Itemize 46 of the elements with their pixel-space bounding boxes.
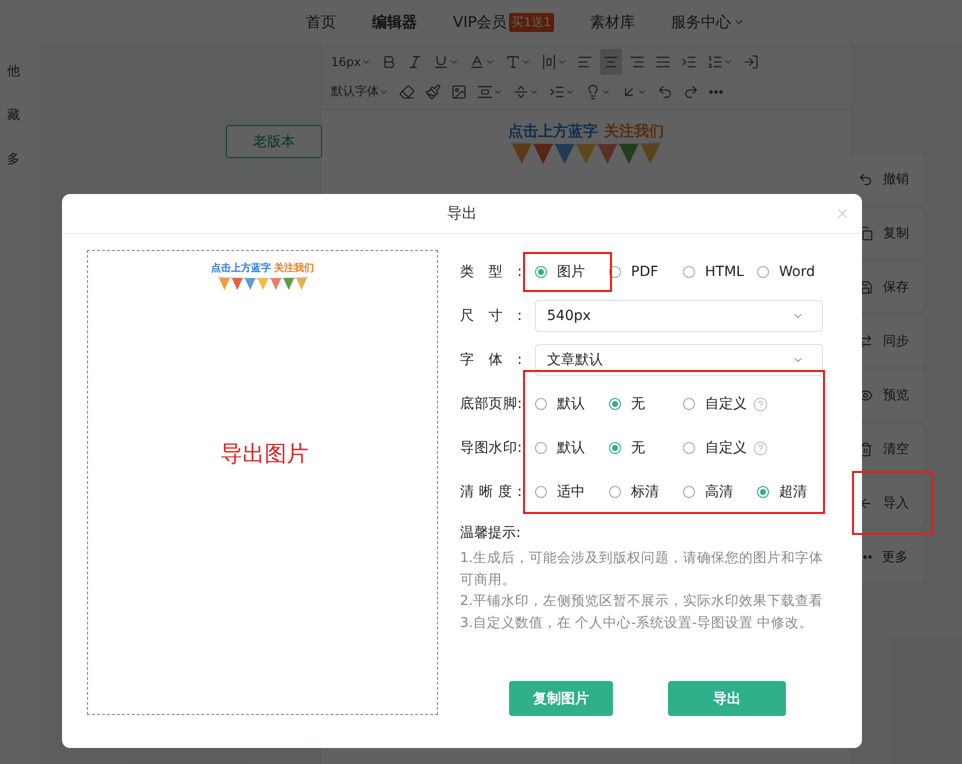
tip-text: 1.生成后，可能会涉及到版权问题，请确保您的图片和字体可商用。 [460, 549, 824, 590]
font-family-select[interactable]: 默认字体 [328, 78, 392, 104]
copy-image-button[interactable]: 复制图片 [509, 681, 613, 716]
sidebar-item[interactable]: 多 [7, 150, 40, 168]
promo-badge: 买1送1 [508, 12, 554, 32]
radio-option[interactable]: 适中 [535, 483, 585, 501]
nav-link[interactable]: 首页 [306, 12, 336, 32]
tip-text: 3.自定义数值，在 个人中心-系统设置-导图设置 中修改。 [460, 614, 814, 632]
radio-option[interactable]: 自定义 [683, 439, 747, 457]
field-label: 类型: [460, 263, 522, 281]
radio-option[interactable]: 高清 [683, 483, 733, 501]
field-label: 字体: [460, 351, 522, 369]
radio-option[interactable]: HTML [683, 264, 744, 280]
field-label: 尺寸: [460, 307, 522, 325]
dialog-title: 导出 [447, 204, 477, 223]
banner-text: 点击上方蓝字 [211, 261, 271, 275]
radio-option[interactable]: Word [757, 264, 815, 280]
radio-option[interactable]: 默认 [535, 395, 585, 413]
field-label: 底部页脚: [460, 395, 522, 413]
sidebar-item[interactable]: 藏 [7, 106, 40, 124]
nav-link[interactable]: 服务中心 [671, 12, 732, 32]
radio-option[interactable]: 超清 [757, 483, 807, 501]
nav-link[interactable]: 编辑器 [372, 12, 417, 32]
old-version-button[interactable]: 老版本 [226, 125, 322, 158]
radio-option[interactable]: PDF [609, 264, 658, 280]
side-action-button[interactable]: 撤销 [850, 155, 923, 203]
radio-option[interactable]: 无 [609, 439, 645, 457]
nav-link[interactable]: 素材库 [590, 12, 636, 32]
select-field[interactable]: 540px [535, 300, 823, 332]
nav-link[interactable]: VIP会员 [453, 12, 507, 32]
field-label: 清晰度: [460, 483, 522, 501]
banner-text: 关注我们 [274, 261, 314, 275]
field-label: 导图水印: [460, 439, 522, 457]
preview-caption: 导出图片 [220, 441, 308, 469]
sidebar-item[interactable]: 他 [7, 62, 40, 80]
radio-option[interactable]: 图片 [535, 263, 585, 281]
export-button[interactable]: 导出 [668, 681, 786, 716]
font-size-select[interactable]: 16px [328, 48, 374, 74]
radio-option[interactable]: 自定义 [683, 395, 747, 413]
radio-option[interactable]: 标清 [609, 483, 659, 501]
radio-option[interactable]: 无 [609, 395, 645, 413]
tips-title: 温馨提示: [460, 524, 522, 542]
banner-text: 点击上方蓝字 [508, 122, 598, 141]
banner-text: 关注我们 [604, 122, 664, 141]
tip-text: 2.平铺水印，左侧预览区暂不展示，实际水印效果下载查看 [460, 592, 824, 611]
radio-option[interactable]: 默认 [535, 439, 585, 457]
